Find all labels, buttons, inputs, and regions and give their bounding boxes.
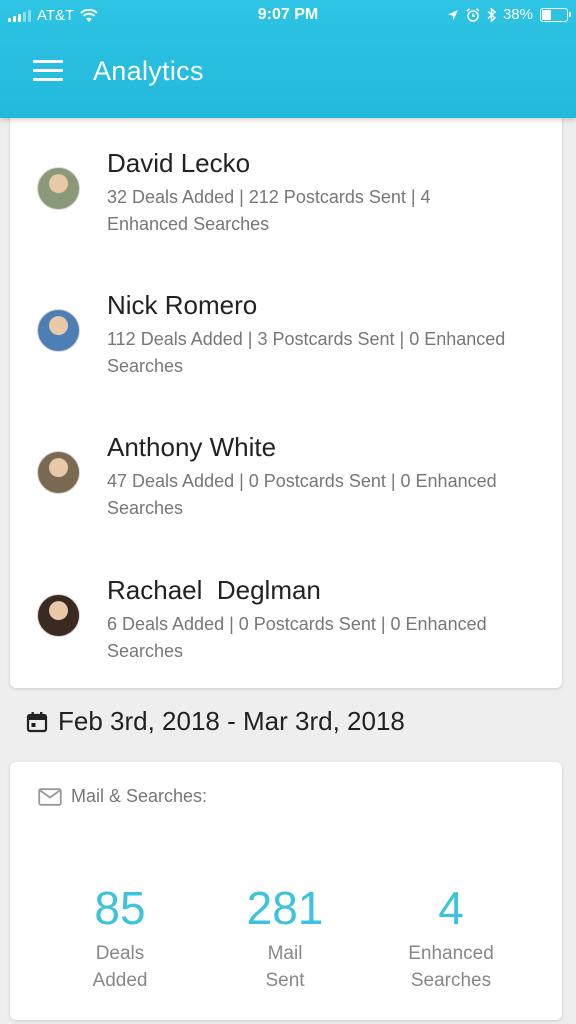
metric-label: Enhanced Searches — [376, 940, 526, 994]
status-bar: AT&T 9:07 PM 38% — [0, 0, 576, 32]
battery-icon — [540, 7, 571, 22]
user-name: Anthony White — [107, 432, 277, 462]
metric-deals-added: 85 Deals Added — [45, 880, 195, 994]
avatar — [37, 451, 80, 494]
user-row-3[interactable]: Rachael Deglman 6 Deals Added | 0 Postca… — [10, 575, 562, 705]
section-title: Mail & Searches: — [38, 786, 207, 807]
metric-label-line: Sent — [265, 970, 305, 991]
page-title: Analytics — [93, 56, 204, 86]
metric-value: 4 — [438, 882, 464, 934]
avatar — [37, 167, 80, 210]
bluetooth-icon — [487, 7, 496, 22]
metric-label: Mail Sent — [210, 940, 360, 994]
mail-icon — [38, 787, 62, 806]
metric-label-line: Deals — [95, 943, 145, 964]
battery-percent: 38% — [502, 6, 533, 23]
alarm-icon — [466, 7, 480, 22]
app-header: AT&T 9:07 PM 38% Analytics — [0, 0, 576, 118]
hamburger-menu-icon[interactable] — [33, 60, 63, 82]
users-card: David Lecko 32 Deals Added | 212 Postcar… — [10, 108, 562, 688]
metric-label-line: Mail — [267, 943, 303, 964]
avatar — [37, 594, 80, 637]
location-arrow-icon — [447, 9, 458, 20]
user-row-2[interactable]: Anthony White 47 Deals Added | 0 Postcar… — [10, 432, 562, 562]
user-row-0[interactable]: David Lecko 32 Deals Added | 212 Postcar… — [10, 148, 562, 278]
user-name: Rachael Deglman — [107, 575, 321, 605]
metric-label-line: Searches — [410, 970, 492, 991]
calendar-icon — [26, 711, 48, 732]
user-stats: 47 Deals Added | 0 Postcards Sent | 0 En… — [107, 471, 497, 518]
metric-label-line: Enhanced — [408, 943, 494, 964]
metric-value: 85 — [94, 882, 146, 934]
status-right: 38% — [447, 6, 571, 23]
section-title-label: Mail & Searches: — [71, 786, 208, 806]
user-stats: 32 Deals Added | 212 Postcards Sent | 4 … — [107, 187, 431, 234]
mail-searches-card: Mail & Searches: 85 Deals Added 281 Mail… — [10, 762, 562, 1020]
battery-fill — [542, 9, 551, 20]
metric-label-line: Added — [92, 970, 148, 991]
user-stats: 112 Deals Added | 3 Postcards Sent | 0 E… — [107, 329, 506, 376]
user-name: Nick Romero — [107, 290, 258, 320]
date-range[interactable]: Feb 3rd, 2018 - Mar 3rd, 2018 — [26, 706, 405, 737]
user-stats: 6 Deals Added | 0 Postcards Sent | 0 Enh… — [107, 614, 487, 661]
avatar — [37, 309, 80, 352]
metric-enhanced-searches: 4 Enhanced Searches — [376, 880, 526, 994]
date-range-label: Feb 3rd, 2018 - Mar 3rd, 2018 — [58, 706, 405, 736]
metric-mail-sent: 281 Mail Sent — [210, 880, 360, 994]
user-row-1[interactable]: Nick Romero 112 Deals Added | 3 Postcard… — [10, 290, 562, 420]
user-name: David Lecko — [107, 148, 251, 178]
metric-value: 281 — [246, 882, 324, 934]
metric-label: Deals Added — [45, 940, 195, 994]
